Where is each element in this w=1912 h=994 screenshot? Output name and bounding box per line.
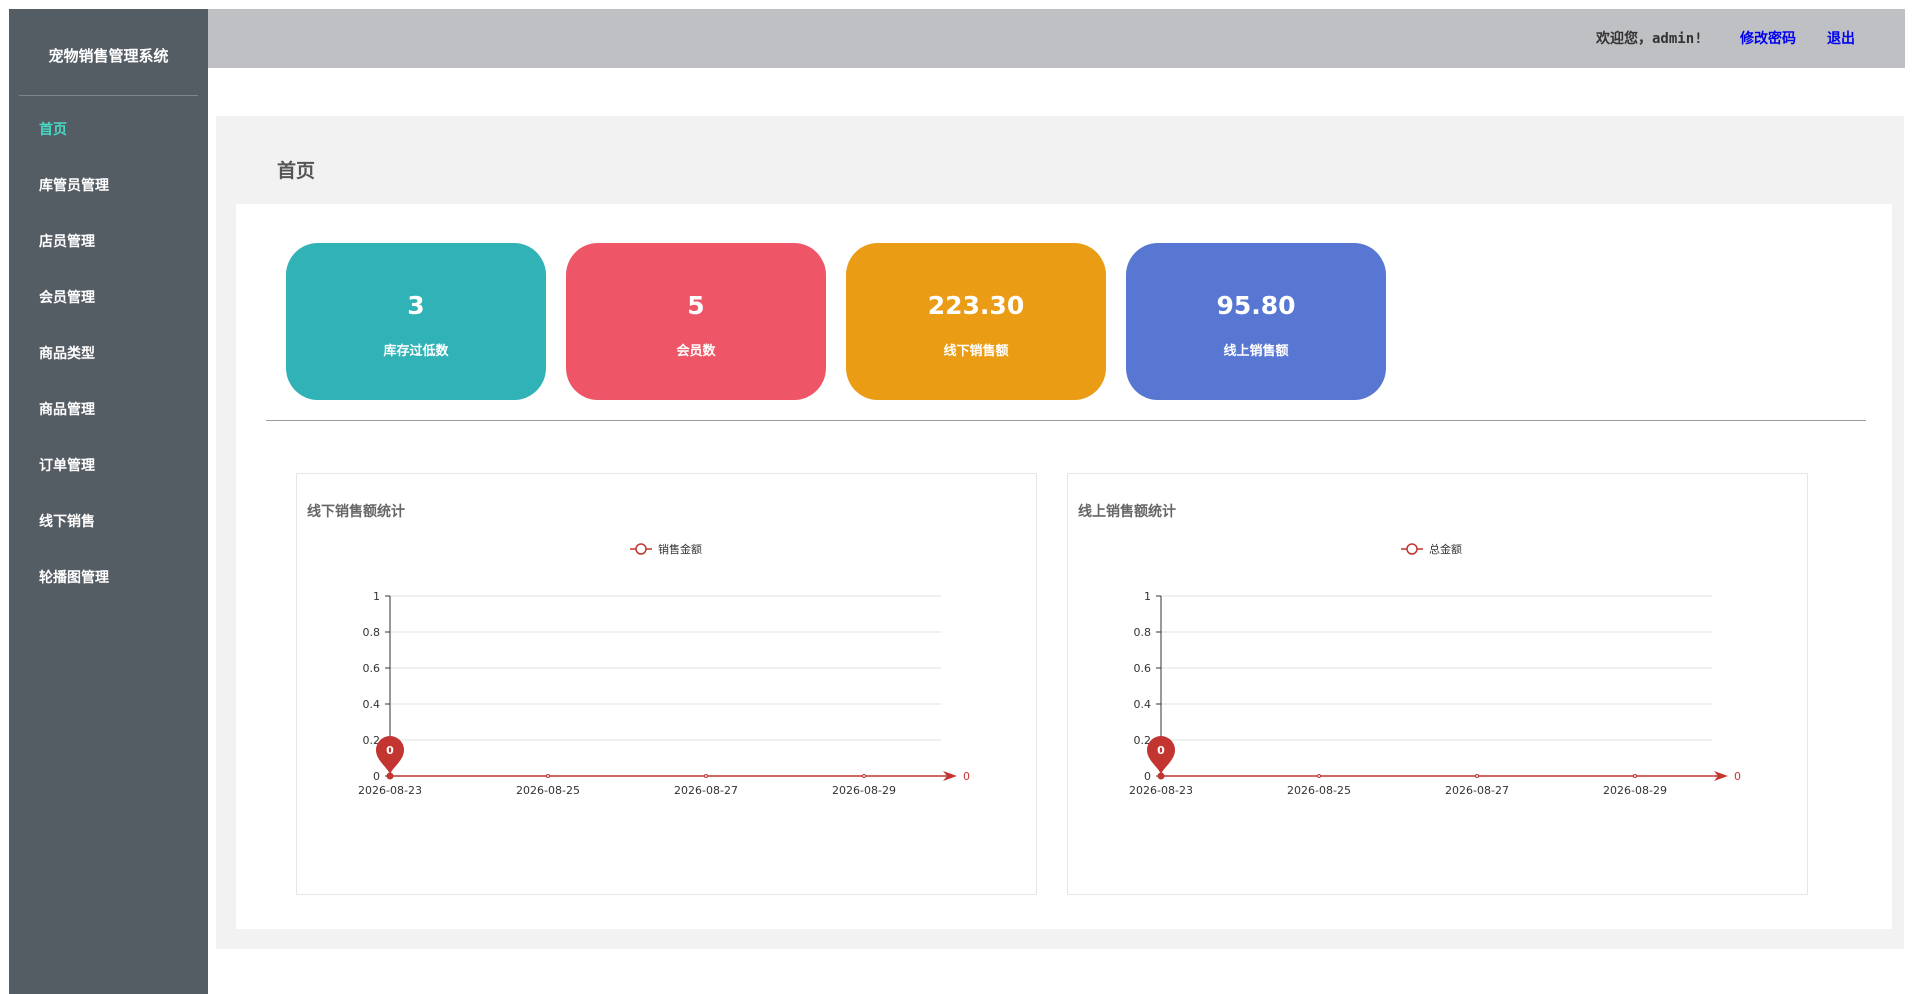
mark-label: 0 bbox=[1157, 744, 1165, 757]
x-tick-label: 2026-08-29 bbox=[1603, 784, 1667, 797]
app-brand: 宠物销售管理系统 bbox=[19, 39, 198, 96]
stat-value: 95.80 bbox=[1216, 291, 1296, 320]
y-tick-label: 0.6 bbox=[1134, 662, 1152, 675]
app: 宠物销售管理系统 首页 库管员管理 店员管理 会员管理 商品类型 商品管理 订单… bbox=[0, 0, 1912, 994]
stat-card-low-stock: 3 库存过低数 bbox=[286, 243, 546, 400]
x-tick bbox=[862, 774, 866, 778]
sidebar-item-products[interactable]: 商品管理 bbox=[9, 382, 208, 438]
x-tick bbox=[1317, 774, 1321, 778]
sidebar-item-home[interactable]: 首页 bbox=[9, 102, 208, 158]
chart-svg: 总金额00.20.40.60.8102026-08-23 2026-08-25 20… bbox=[1129, 542, 1741, 797]
sidebar-item-offline-sales[interactable]: 线下销售 bbox=[9, 494, 208, 550]
stat-value: 5 bbox=[687, 291, 705, 320]
x-tick bbox=[546, 774, 550, 778]
change-password-link[interactable]: 修改密码 bbox=[1740, 28, 1796, 48]
legend-marker bbox=[1406, 543, 1418, 555]
dashboard-content: 3 库存过低数 5 会员数 223.30 线下销售额 95.80 线上销售额 线… bbox=[236, 204, 1892, 929]
x-tick bbox=[1633, 774, 1637, 778]
end-label: 0 bbox=[1734, 770, 1741, 783]
stat-card-members: 5 会员数 bbox=[566, 243, 826, 400]
x-tick bbox=[1475, 774, 1479, 778]
stat-label: 库存过低数 bbox=[383, 344, 449, 359]
mark-label: 0 bbox=[386, 744, 394, 757]
x-tick-label: 2026-08-29 bbox=[832, 784, 896, 797]
logout-link[interactable]: 退出 bbox=[1827, 28, 1855, 48]
y-tick-label: 0 bbox=[373, 770, 380, 783]
x-tick-label: 2026-08-27 bbox=[674, 784, 738, 797]
main-panel: 首页 3 库存过低数 5 会员数 223.30 线下销售额 95.80 线上销售… bbox=[216, 116, 1904, 949]
stat-card-online-sales: 95.80 线上销售额 bbox=[1126, 243, 1386, 400]
chart-svg: 销售金额00.20.40.60.8102026-08-23 2026-08-25 2… bbox=[358, 542, 970, 797]
legend-marker bbox=[635, 543, 647, 555]
x-tick-label: 2026-08-25 bbox=[516, 784, 580, 797]
legend-label: 总金额 bbox=[1429, 542, 1462, 556]
sidebar-item-members[interactable]: 会员管理 bbox=[9, 270, 208, 326]
welcome-text: 欢迎您，admin! bbox=[1596, 31, 1703, 47]
sidebar-item-carousel[interactable]: 轮播图管理 bbox=[9, 550, 208, 606]
sidebar-item-product-types[interactable]: 商品类型 bbox=[9, 326, 208, 382]
sidebar: 宠物销售管理系统 首页 库管员管理 店员管理 会员管理 商品类型 商品管理 订单… bbox=[9, 9, 208, 994]
stat-label: 会员数 bbox=[676, 344, 716, 359]
x-tick-label: 2026-08-27 bbox=[1445, 784, 1509, 797]
stat-label: 线下销售额 bbox=[943, 344, 1009, 359]
y-tick-label: 0.8 bbox=[1134, 626, 1152, 639]
legend-label: 销售金额 bbox=[658, 542, 702, 556]
stat-cards: 3 库存过低数 5 会员数 223.30 线下销售额 95.80 线上销售额 bbox=[286, 243, 1406, 400]
x-tick-label: 2026-08-25 bbox=[1287, 784, 1351, 797]
x-tick-label: 2026-08-23 bbox=[1129, 784, 1193, 797]
end-label: 0 bbox=[963, 770, 970, 783]
y-tick-label: 0.6 bbox=[363, 662, 381, 675]
section-divider bbox=[266, 420, 1866, 421]
y-tick-label: 1 bbox=[1144, 590, 1151, 603]
sidebar-item-orders[interactable]: 订单管理 bbox=[9, 438, 208, 494]
y-tick-label: 0.8 bbox=[363, 626, 381, 639]
stat-value: 223.30 bbox=[927, 291, 1025, 320]
y-tick-label: 0.4 bbox=[363, 698, 381, 711]
page-title: 首页 bbox=[277, 160, 316, 182]
y-tick-label: 1 bbox=[373, 590, 380, 603]
stat-card-offline-sales: 223.30 线下销售额 bbox=[846, 243, 1106, 400]
stat-label: 线上销售额 bbox=[1223, 344, 1289, 359]
offline-sales-chart: 线下销售额统计 销售金额 0 0.2 0.4 0.6 0.8 1 0 2026-08-23 202… bbox=[296, 473, 1037, 895]
sidebar-item-clerks[interactable]: 店员管理 bbox=[9, 214, 208, 270]
y-tick-label: 0.4 bbox=[1134, 698, 1152, 711]
top-header: 欢迎您，admin! 修改密码 退出 bbox=[208, 9, 1905, 68]
y-tick-label: 0 bbox=[1144, 770, 1151, 783]
x-tick-label: 2026-08-23 bbox=[358, 784, 422, 797]
sidebar-menu: 首页 库管员管理 店员管理 会员管理 商品类型 商品管理 订单管理 线下销售 轮… bbox=[9, 102, 208, 606]
stat-value: 3 bbox=[407, 291, 425, 320]
sidebar-item-stock-managers[interactable]: 库管员管理 bbox=[9, 158, 208, 214]
online-sales-chart: 线上销售额统计 总金额 0 0.2 0.4 0.6 0.8 1 0 2026-08-23 2026… bbox=[1067, 473, 1808, 895]
x-tick bbox=[704, 774, 708, 778]
